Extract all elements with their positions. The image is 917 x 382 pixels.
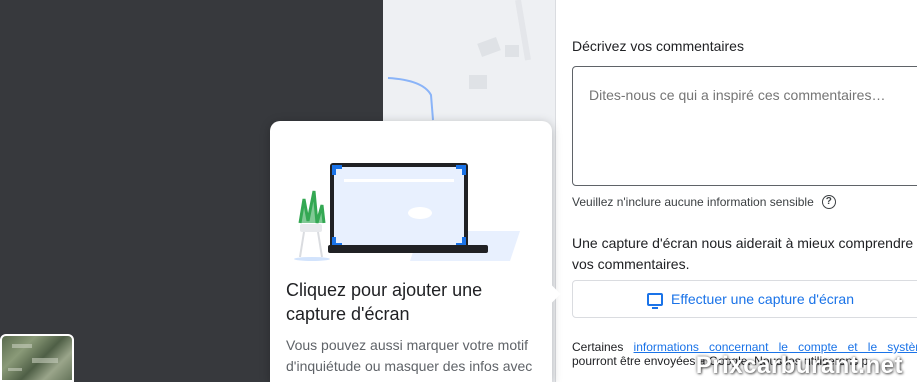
legal-prefix: Certaines [572,340,634,354]
watermark: Prixcarburant.net [695,352,903,379]
question-circle-icon[interactable]: ? [821,195,836,209]
screenshot-tip-card: Cliquez pour ajouter une capture d'écran… [270,121,552,382]
sensitive-hint-text: Veuillez n'inclure aucune information se… [572,195,814,209]
satellite-layer-thumbnail[interactable] [0,334,74,382]
tip-body: Vous pouvez aussi marquer votre motif d'… [286,337,533,382]
monitor-icon [647,292,663,309]
feedback-panel: Décrivez vos commentaires Veuillez n'inc… [555,0,917,382]
take-screenshot-button[interactable]: Effectuer une capture d'écran [572,280,917,318]
feedback-textarea[interactable] [572,66,917,186]
sensitive-info-hint: Veuillez n'inclure aucune information se… [572,195,836,209]
take-screenshot-label: Effectuer une capture d'écran [671,291,854,307]
screenshot-prompt-text: Une capture d'écran nous aiderait à mieu… [572,235,914,272]
tip-title: Cliquez pour ajouter une capture d'écran [286,280,483,324]
description-label: Décrivez vos commentaires [572,38,744,54]
laptop-illustration [294,163,520,261]
